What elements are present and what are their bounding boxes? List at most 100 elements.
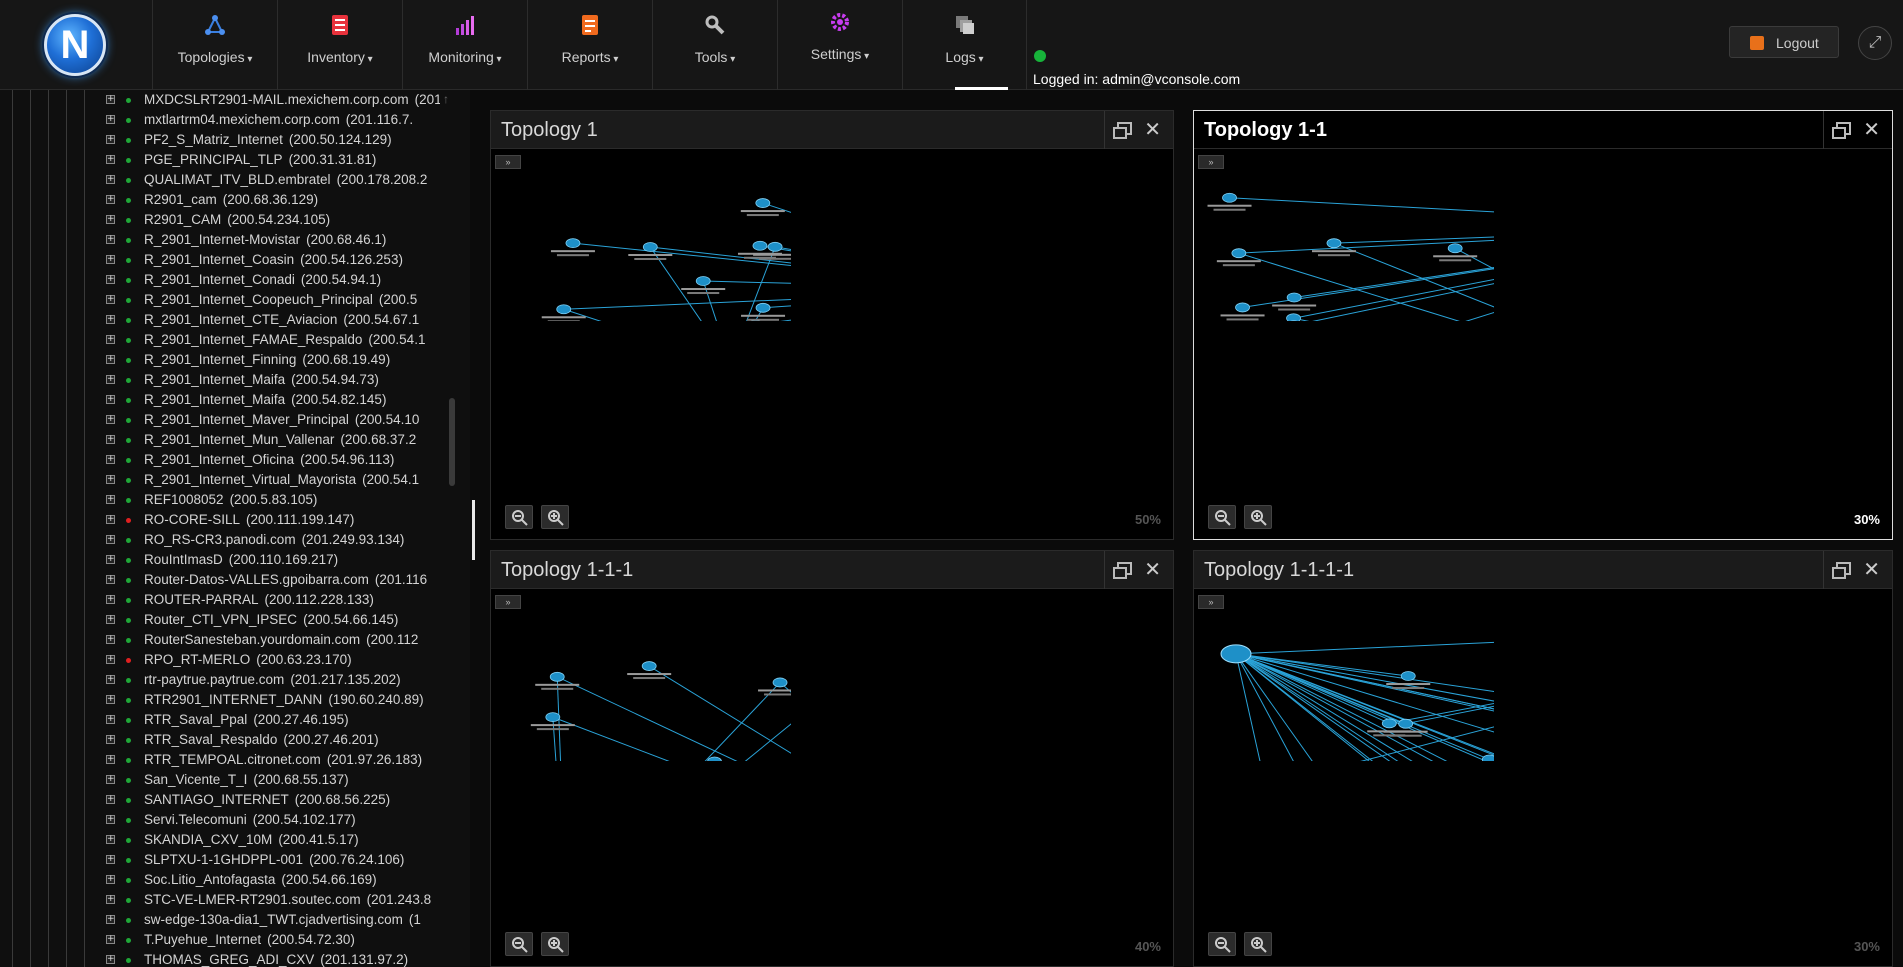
tree-item[interactable]: + R_2901_Internet_Mun_Vallenar (200.68.37.… [104, 430, 434, 450]
topology-link[interactable] [1389, 640, 1494, 724]
expand-node-icon[interactable]: + [106, 515, 115, 524]
network-device-icon[interactable] [550, 238, 595, 257]
expand-node-icon[interactable]: + [106, 815, 115, 824]
scroll-up-icon[interactable]: ↑ [443, 92, 449, 106]
nav-logs[interactable]: Logs [902, 0, 1027, 90]
tree-item[interactable]: + MXDCSLRT2901-MAIL.mexichem.corp.com (201… [104, 90, 453, 110]
expand-node-icon[interactable]: + [106, 595, 115, 604]
topology-link[interactable] [1333, 227, 1494, 244]
expand-node-icon[interactable]: + [106, 335, 115, 344]
tree-item[interactable]: + RPO_RT-MERLO (200.63.23.170) [104, 650, 434, 670]
topology-panel[interactable]: Topology 1 ✕ » 50% [490, 110, 1174, 540]
nav-topologies[interactable]: Topologies [152, 0, 277, 90]
network-device-icon[interactable] [740, 198, 785, 217]
nav-monitoring[interactable]: Monitoring [402, 0, 527, 90]
topology-link[interactable] [566, 675, 791, 761]
topology-link[interactable] [557, 676, 791, 761]
network-device-icon[interactable] [530, 712, 575, 731]
expand-node-icon[interactable]: + [106, 135, 115, 144]
expand-node-icon[interactable]: + [106, 155, 115, 164]
tree-item[interactable]: + R_2901_Internet_FAMAE_Respaldo (200.54.1 [104, 330, 434, 350]
restore-window-icon[interactable] [1832, 561, 1851, 579]
expand-panel-toggle[interactable]: » [1198, 155, 1224, 169]
expand-node-icon[interactable]: + [106, 535, 115, 544]
expand-node-icon[interactable]: + [106, 315, 115, 324]
network-device-icon[interactable] [681, 276, 726, 295]
tree-item[interactable]: + R_2901_Internet_Finning (200.68.19.49) [104, 350, 434, 370]
tree-item[interactable]: + Router_CTI_VPN_IPSEC (200.54.66.145) [104, 610, 434, 630]
tree-item[interactable]: + SLPTXU-1-1GHDPPL-001 (200.76.24.106) [104, 850, 434, 870]
tree-item[interactable]: + Soc.Litio_Antofagasta (200.54.66.169) [104, 870, 434, 890]
tree-item[interactable]: + R_2901_Internet_Maver_Principal (200.54.… [104, 410, 434, 430]
expand-node-icon[interactable]: + [106, 715, 115, 724]
tree-item[interactable]: + Servi.Telecomuni (200.54.102.177) [104, 810, 434, 830]
restore-window-icon[interactable] [1113, 121, 1132, 139]
expand-node-icon[interactable]: + [106, 495, 115, 504]
network-device-icon[interactable] [1207, 192, 1252, 211]
tree-item[interactable]: + RouterSanesteban.yourdomain.com (200.112 [104, 630, 434, 650]
restore-window-icon[interactable] [1113, 561, 1132, 579]
tree-item[interactable]: + R_2901_Internet_CTE_Aviacion (200.54.67.… [104, 310, 434, 330]
topology-link[interactable] [566, 677, 791, 761]
expand-node-icon[interactable]: + [106, 175, 115, 184]
topology-map[interactable] [1194, 611, 1494, 761]
tree-item[interactable]: + Router-Datos-VALLES.gpoibarra.com (201.1… [104, 570, 434, 590]
network-device-icon[interactable] [627, 661, 672, 680]
expand-node-icon[interactable]: + [106, 615, 115, 624]
expand-node-icon[interactable]: + [106, 695, 115, 704]
topology-panel[interactable]: Topology 1-1 ✕ » 30% [1193, 110, 1893, 540]
nav-reports[interactable]: Reports [527, 0, 652, 90]
zoom-out-button[interactable] [1208, 932, 1236, 956]
tree-item[interactable]: + R_2901_Internet_Conadi (200.54.94.1) [104, 270, 434, 290]
topology-link[interactable] [563, 308, 731, 321]
expand-node-icon[interactable]: + [106, 115, 115, 124]
expand-node-icon[interactable]: + [106, 455, 115, 464]
tree-item[interactable]: + R_2901_Internet_Coasin (200.54.126.253) [104, 250, 434, 270]
tree-item[interactable]: + RTR_Saval_Respaldo (200.27.46.201) [104, 730, 434, 750]
expand-node-icon[interactable]: + [106, 255, 115, 264]
expand-node-icon[interactable]: + [106, 795, 115, 804]
tree-item[interactable]: + mxtlartrm04.mexichem.corp.com (201.116.7… [104, 110, 434, 130]
tree-item[interactable]: + RouIntImasD (200.110.169.217) [104, 550, 434, 570]
tree-item[interactable]: + RTR_TEMPOAL.citronet.com (201.97.26.183) [104, 750, 434, 770]
topology-map[interactable] [1194, 171, 1494, 321]
close-icon[interactable]: ✕ [1863, 557, 1880, 581]
topology-link[interactable] [566, 682, 781, 761]
tree-item[interactable]: + REF1008052 (200.5.83.105) [104, 490, 434, 510]
expand-node-icon[interactable]: + [106, 95, 115, 104]
sidebar-scrollbar[interactable]: ↑ [440, 90, 458, 967]
tree-item[interactable]: + R2901_cam (200.68.36.129) [104, 190, 434, 210]
tree-item[interactable]: + R_2901_Internet_Maifa (200.54.82.145) [104, 390, 434, 410]
tree-item[interactable]: + San_Vicente_T_I (200.68.55.137) [104, 770, 434, 790]
topology-link[interactable] [566, 741, 791, 761]
expand-node-icon[interactable]: + [106, 915, 115, 924]
scrollbar-thumb[interactable] [449, 398, 455, 486]
zoom-out-button[interactable] [505, 932, 533, 956]
tree-item[interactable]: + R_2901_Internet_Oficina (200.54.96.113) [104, 450, 434, 470]
tree-item[interactable]: + rtr-paytrue.paytrue.com (201.217.135.202… [104, 670, 434, 690]
tree-item[interactable]: + RTR_Saval_Ppal (200.27.46.195) [104, 710, 434, 730]
expand-node-icon[interactable]: + [106, 895, 115, 904]
topology-link[interactable] [702, 280, 730, 321]
tree-item[interactable]: + STC-VE-LMER-RT2901.soutec.com (201.243.8 [104, 890, 434, 910]
network-device-icon[interactable] [541, 304, 586, 321]
expand-node-icon[interactable]: + [106, 935, 115, 944]
zoom-out-button[interactable] [505, 505, 533, 529]
topology-map[interactable] [491, 171, 791, 321]
expand-node-icon[interactable]: + [106, 775, 115, 784]
zoom-in-button[interactable] [1244, 505, 1272, 529]
tree-item[interactable]: + R_2901_Internet_Virtual_Mayorista (200.5… [104, 470, 434, 490]
expand-node-icon[interactable]: + [106, 655, 115, 664]
expand-node-icon[interactable]: + [106, 355, 115, 364]
network-device-icon[interactable] [758, 677, 791, 696]
topology-link[interactable] [1489, 640, 1494, 760]
zoom-in-button[interactable] [1244, 932, 1272, 956]
expand-node-icon[interactable]: + [106, 375, 115, 384]
panel-header[interactable]: Topology 1 ✕ [491, 111, 1173, 149]
logout-button[interactable]: Logout [1729, 26, 1839, 58]
topology-link[interactable] [552, 716, 791, 761]
tree-item[interactable]: + QUALIMAT_ITV_BLD.embratel (200.178.208.2 [104, 170, 434, 190]
tree-item[interactable]: + R_2901_Internet-Movistar (200.68.46.1) [104, 230, 434, 250]
expand-node-icon[interactable]: + [106, 475, 115, 484]
expand-node-icon[interactable]: + [106, 195, 115, 204]
